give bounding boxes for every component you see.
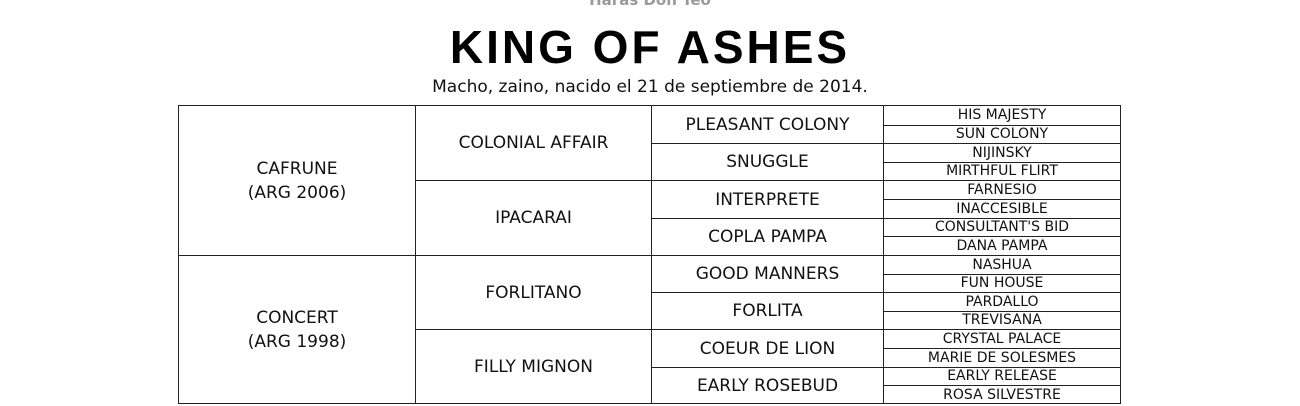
gen4-cell: PARDALLO	[884, 292, 1120, 311]
gen4-name: PARDALLO	[965, 293, 1039, 310]
gen4-cell: MIRTHFUL FLIRT	[884, 162, 1120, 180]
horse-name: KING OF ASHES	[449, 21, 851, 73]
dam-detail: (ARG 1998)	[247, 332, 347, 352]
gen4-cell: CONSULTANT'S BID	[884, 218, 1120, 236]
gen4-name: SUN COLONY	[955, 126, 1049, 142]
gen4-name: FARNESIO	[967, 181, 1037, 198]
dam-name: CONCERT	[256, 308, 338, 328]
gen3-name: EARLY ROSEBUD	[696, 376, 839, 396]
pedigree-generation-2: COLONIAL AFFAIR IPACARAI FORLITANO FILLY…	[415, 105, 651, 404]
gen4-name: MIRTHFUL FLIRT	[946, 163, 1058, 179]
sire-name: CAFRUNE	[256, 158, 338, 179]
sire-detail: (ARG 2006)	[247, 182, 347, 203]
gen4-cell: ROSA SILVESTRE	[884, 385, 1120, 404]
gen3-name: INTERPRETE	[715, 189, 820, 210]
gen3-cell: EARLY ROSEBUD	[652, 367, 883, 404]
gen4-cell: FUN HOUSE	[884, 274, 1120, 292]
gen2-cell: FILLY MIGNON	[416, 329, 651, 404]
gen2-cell: COLONIAL AFFAIR	[416, 106, 651, 180]
gen3-cell: COEUR DE LION	[652, 329, 883, 367]
gen3-cell: INTERPRETE	[652, 180, 883, 218]
gen3-name: SNUGGLE	[726, 152, 809, 172]
dam-cell: CONCERT (ARG 1998)	[179, 255, 415, 404]
gen4-cell: DANA PAMPA	[884, 236, 1120, 255]
gen2-name: COLONIAL AFFAIR	[458, 133, 609, 153]
gen4-name: FUN HOUSE	[960, 275, 1044, 291]
gen3-cell: COPLA PAMPA	[652, 218, 883, 255]
pedigree-generation-1: CAFRUNE (ARG 2006) CONCERT (ARG 1998)	[178, 105, 415, 404]
gen3-cell: PLEASANT COLONY	[652, 106, 883, 143]
gen4-name: TREVISANA	[962, 312, 1042, 328]
gen3-cell: SNUGGLE	[652, 143, 883, 180]
gen4-name: ROSA SILVESTRE	[943, 386, 1061, 403]
gen4-cell: EARLY RELEASE	[884, 367, 1120, 385]
gen4-cell: MARIE DE SOLESMES	[884, 348, 1120, 367]
gen3-name: COEUR DE LION	[699, 338, 836, 359]
sire-cell: CAFRUNE (ARG 2006)	[179, 106, 415, 255]
gen2-cell: FORLITANO	[416, 255, 651, 329]
gen4-cell: NIJINSKY	[884, 143, 1120, 162]
gen4-cell: CRYSTAL PALACE	[884, 329, 1120, 348]
gen4-name: EARLY RELEASE	[947, 368, 1057, 384]
horse-description: Macho, zaino, nacido el 21 de septiembre…	[432, 77, 868, 97]
gen4-name: DANA PAMPA	[956, 237, 1048, 254]
gen3-name: COPLA PAMPA	[708, 227, 827, 247]
gen3-name: FORLITA	[732, 301, 803, 321]
gen3-name: GOOD MANNERS	[695, 264, 840, 284]
gen2-cell: IPACARAI	[416, 180, 651, 255]
pedigree-generation-4: HIS MAJESTY SUN COLONY NIJINSKY MIRTHFUL…	[884, 105, 1121, 404]
gen4-cell: INACCESIBLE	[884, 199, 1120, 218]
pedigree-generation-3: PLEASANT COLONY SNUGGLE INTERPRETE COPLA…	[651, 105, 884, 404]
gen4-name: INACCESIBLE	[956, 200, 1048, 217]
gen2-name: IPACARAI	[495, 208, 572, 228]
gen3-cell: GOOD MANNERS	[652, 255, 883, 292]
gen4-name: CONSULTANT'S BID	[934, 219, 1070, 235]
gen3-cell: FORLITA	[652, 292, 883, 329]
gen4-name: MARIE DE SOLESMES	[927, 349, 1077, 366]
gen4-name: NIJINSKY	[972, 144, 1032, 161]
pedigree-table: CAFRUNE (ARG 2006) CONCERT (ARG 1998) CO…	[178, 105, 1121, 404]
breeder-name: Haras Don Teo	[589, 0, 711, 9]
gen4-name: CRYSTAL PALACE	[942, 330, 1062, 347]
gen4-cell: FARNESIO	[884, 180, 1120, 199]
gen2-name: FILLY MIGNON	[474, 357, 593, 377]
gen3-name: PLEASANT COLONY	[685, 114, 850, 135]
gen4-cell: SUN COLONY	[884, 125, 1120, 143]
gen2-name: FORLITANO	[485, 282, 582, 303]
gen4-cell: TREVISANA	[884, 311, 1120, 329]
gen4-cell: HIS MAJESTY	[884, 106, 1120, 125]
gen4-cell: NASHUA	[884, 255, 1120, 274]
gen4-name: HIS MAJESTY	[957, 107, 1047, 123]
gen4-name: NASHUA	[972, 256, 1032, 273]
